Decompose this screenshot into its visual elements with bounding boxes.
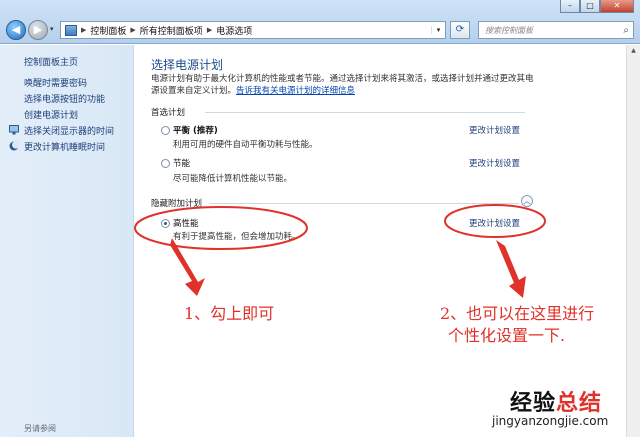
moon-icon [9,141,19,151]
window-controls: – □ ✕ [560,0,634,13]
sidebar-item-create-plan[interactable]: 创建电源计划 [24,108,78,121]
annotation-step-2-line2: 个性化设置一下. [448,326,566,345]
change-plan-settings-balanced[interactable]: 更改计划设置 [469,124,520,136]
sidebar-item-display-off[interactable]: 选择关闭显示器的时间 [24,124,114,137]
title-bar: – □ ✕ ◀ ▶ ▾ ▶ 控制面板 ▶ 所有控制面板项 ▶ 电源选项 ▾ ⟳ … [0,0,640,44]
vertical-scrollbar[interactable]: ▲ [626,45,640,437]
annotation-step-1: 1、勾上即可 [184,304,275,323]
radio-high-performance[interactable] [161,219,170,228]
refresh-icon: ⟳ [455,24,465,35]
scroll-up-arrow-icon[interactable]: ▲ [629,47,638,56]
search-input[interactable]: 搜索控制面板 ⌕ [478,21,634,39]
search-placeholder: 搜索控制面板 [485,25,533,35]
breadcrumb-power-options[interactable]: 电源选项 [216,24,252,37]
minimize-button[interactable]: – [560,0,580,13]
plan-name-balanced[interactable]: 平衡 (推荐) [173,124,218,136]
collapse-chevron-icon[interactable]: ︿ [521,195,533,207]
preferred-divider [205,112,525,113]
breadcrumb-all-items[interactable]: 所有控制面板项 [140,24,203,37]
refresh-button[interactable]: ⟳ [450,21,470,39]
preferred-plans-label: 首选计划 [151,108,186,118]
sidebar-item-sleep-time[interactable]: 更改计算机睡眠时间 [24,140,105,153]
watermark-prefix: 经验 [510,391,557,416]
radio-balanced[interactable] [161,126,170,135]
see-also-label: 另请参阅 [24,424,56,433]
power-plan-info-link[interactable]: 告诉我有关电源计划的详细信息 [236,86,355,96]
watermark-url: jingyanzongjie.com [492,414,609,428]
control-panel-icon [65,24,77,36]
monitor-icon [9,125,19,135]
breadcrumb-control-panel[interactable]: 控制面板 [90,24,126,37]
main-content: 选择电源计划 电源计划有助于最大化计算机的性能或者节能。通过选择计划来将其激活，… [135,45,625,437]
page-title: 选择电源计划 [151,58,224,72]
maximize-button[interactable]: □ [580,0,600,13]
radio-power-saver[interactable] [161,159,170,168]
hidden-plans-label: 隐藏附加计划 [151,199,203,209]
chevron-right-icon: ▶ [206,26,213,34]
chevron-right-icon: ▶ [81,26,87,34]
plan-desc-power-saver: 尽可能降低计算机性能以节能。 [173,174,293,184]
search-icon[interactable]: ⌕ [623,25,629,36]
plan-desc-high-performance: 有利于提高性能，但会增加功耗。 [173,232,301,242]
sidebar-item-power-button[interactable]: 选择电源按钮的功能 [24,92,105,105]
watermark-title: 经验总结 [510,385,602,417]
sidebar-home-link[interactable]: 控制面板主页 [24,55,78,68]
change-plan-settings-power-saver[interactable]: 更改计划设置 [469,157,520,169]
change-plan-settings-high-performance[interactable]: 更改计划设置 [469,217,520,229]
page-description: 电源计划有助于最大化计算机的性能或者节能。通过选择计划来将其激活，或选择计划并通… [151,73,541,97]
hidden-divider [209,203,519,204]
plan-name-high-performance[interactable]: 高性能 [173,217,199,229]
sidebar-item-wake-password[interactable]: 唤醒时需要密码 [24,76,87,89]
plan-name-power-saver[interactable]: 节能 [173,157,190,169]
plan-desc-balanced: 利用可用的硬件自动平衡功耗与性能。 [173,140,318,150]
address-bar[interactable]: ▶ 控制面板 ▶ 所有控制面板项 ▶ 电源选项 ▾ [60,21,446,39]
close-button[interactable]: ✕ [600,0,634,13]
sidebar: 控制面板主页 唤醒时需要密码 选择电源按钮的功能 创建电源计划 选择关闭显示器的… [0,45,134,437]
forward-button[interactable]: ▶ [28,20,48,40]
annotation-step-2-line1: 2、也可以在这里进行 [440,304,595,323]
address-dropdown-icon[interactable]: ▾ [431,26,445,34]
back-button[interactable]: ◀ [6,20,26,40]
chevron-right-icon: ▶ [130,26,136,34]
watermark-accent: 总结 [556,391,603,416]
recent-pages-dropdown[interactable]: ▾ [50,25,54,33]
